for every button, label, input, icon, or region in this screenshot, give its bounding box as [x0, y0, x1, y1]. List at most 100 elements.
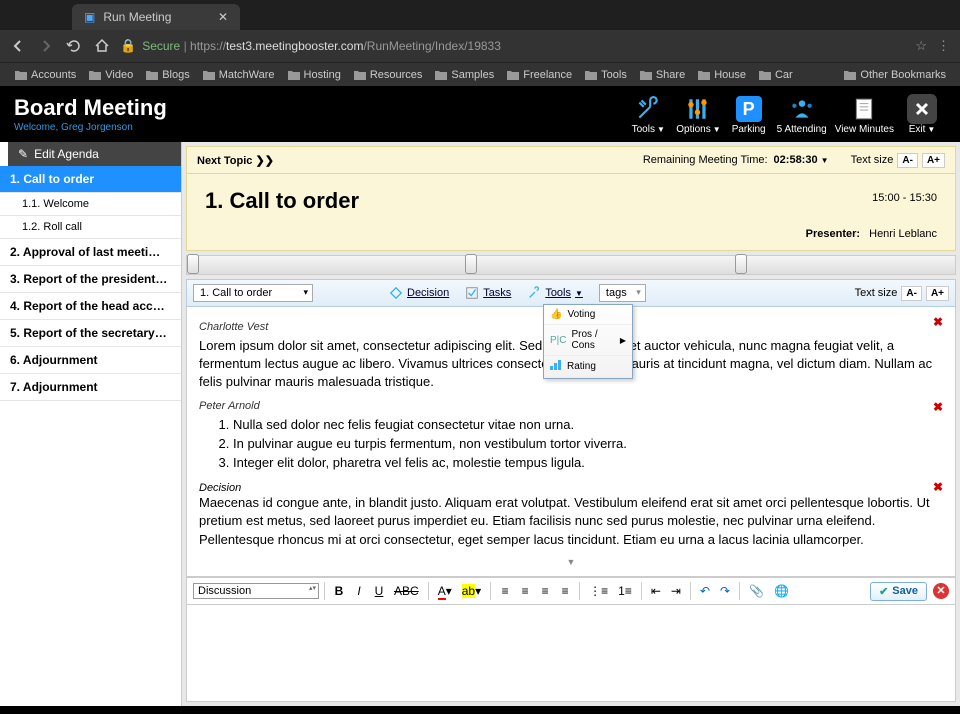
delete-note-button[interactable]: ✖ [933, 315, 943, 329]
text-size-increase-button[interactable]: A+ [922, 153, 945, 168]
slider-handle[interactable] [735, 254, 747, 274]
topic-select[interactable]: 1. Call to order [193, 284, 313, 302]
tab-title: Run Meeting [103, 10, 171, 24]
forward-icon[interactable] [38, 38, 54, 54]
agenda-sub-item[interactable]: 1.1. Welcome [0, 193, 181, 216]
bookmark-folder[interactable]: Tools [580, 67, 631, 83]
note-editor: Discussion B I U ABC A▾ ab▾ ≡ ≡ ≡ ≡ ⋮≡ 1… [186, 577, 956, 702]
check-icon: ✔ [879, 585, 888, 598]
agenda-item[interactable]: 1. Call to order [0, 166, 181, 193]
text-size-decrease-button[interactable]: A- [897, 153, 918, 168]
italic-button[interactable]: I [350, 581, 368, 601]
strike-button[interactable]: ABC [390, 581, 423, 601]
bookmark-folder[interactable]: Freelance [502, 67, 576, 83]
font-color-button[interactable]: A▾ [434, 581, 456, 601]
rating-menu-item[interactable]: Rating [544, 356, 632, 378]
tools-button[interactable]: Tools▼ [624, 94, 672, 135]
back-icon[interactable] [10, 38, 26, 54]
tab-bar: ▣ Run Meeting ✕ [0, 0, 960, 30]
indent-button[interactable]: ⇥ [667, 581, 685, 601]
list-item: In pulvinar augue eu turpis fermentum, n… [233, 435, 943, 453]
rating-icon [550, 360, 562, 373]
link-button[interactable]: 🌐 [770, 581, 793, 601]
delete-note-button[interactable]: ✖ [933, 400, 943, 414]
agenda-item[interactable]: 4. Report of the head acc… [0, 293, 181, 320]
slider-handle[interactable] [187, 254, 199, 274]
voting-menu-item[interactable]: 👍 Voting [544, 305, 632, 325]
topic-title: 1. Call to order [205, 188, 937, 214]
bullet-list-button[interactable]: ⋮≡ [585, 581, 612, 601]
bookmark-folder[interactable]: Accounts [10, 67, 80, 83]
outdent-button[interactable]: ⇤ [647, 581, 665, 601]
decision-link[interactable]: Decision [389, 286, 449, 300]
list-item: Integer elit dolor, pharetra vel felis a… [233, 454, 943, 472]
bookmark-folder[interactable]: House [693, 67, 750, 83]
nav-bar: 🔒 Secure | https://test3.meetingbooster.… [0, 30, 960, 62]
save-button[interactable]: ✔ Save [870, 582, 927, 601]
home-icon[interactable] [94, 38, 110, 54]
bookmark-folder[interactable]: Hosting [283, 67, 345, 83]
tab-close-icon[interactable]: ✕ [218, 10, 228, 24]
remaining-time-value[interactable]: 02:58:30 ▼ [774, 154, 829, 166]
redo-button[interactable]: ↷ [716, 581, 734, 601]
pencil-icon: ✎ [18, 147, 28, 161]
agenda-item[interactable]: 2. Approval of last meeti… [0, 239, 181, 266]
time-slider[interactable] [186, 255, 956, 275]
align-justify-button[interactable]: ≡ [556, 581, 574, 601]
tools-menu-button[interactable]: Tools ▼ [527, 286, 583, 300]
voting-icon: 👍 [550, 309, 562, 320]
text-size-increase-button[interactable]: A+ [926, 286, 949, 301]
note-type-select[interactable]: Discussion [193, 583, 319, 599]
view-minutes-button[interactable]: View Minutes [831, 94, 898, 135]
agenda-sub-item[interactable]: 1.2. Roll call [0, 216, 181, 239]
edit-agenda-button[interactable]: ✎ Edit Agenda [8, 142, 181, 166]
attending-button[interactable]: 5 Attending [773, 94, 831, 135]
tab-favicon-icon: ▣ [84, 10, 95, 24]
next-topic-button[interactable]: Next Topic ❯❯ [197, 154, 274, 167]
app-header: Board Meeting Welcome, Greg Jorgenson To… [0, 86, 960, 142]
agenda-item[interactable]: 7. Adjournment [0, 374, 181, 401]
align-right-button[interactable]: ≡ [536, 581, 554, 601]
cancel-button[interactable]: ✕ [933, 583, 949, 599]
parking-button[interactable]: P Parking [725, 94, 773, 135]
exit-button[interactable]: Exit▼ [898, 94, 946, 135]
delete-note-button[interactable]: ✖ [933, 480, 943, 494]
reload-icon[interactable] [66, 38, 82, 54]
bookmark-folder[interactable]: Samples [430, 67, 498, 83]
lock-icon: 🔒 [120, 38, 136, 54]
bookmarks-bar: AccountsVideoBlogsMatchWareHostingResour… [0, 62, 960, 86]
bookmark-folder[interactable]: Video [84, 67, 137, 83]
tags-select[interactable]: tags [599, 284, 646, 302]
align-left-button[interactable]: ≡ [496, 581, 514, 601]
agenda-item[interactable]: 3. Report of the president… [0, 266, 181, 293]
menu-icon[interactable]: ⋮ [937, 38, 950, 54]
meeting-title: Board Meeting [14, 95, 167, 121]
text-size-label: Text size [851, 154, 894, 166]
bookmark-folder[interactable]: MatchWare [198, 67, 279, 83]
bookmark-folder[interactable]: Share [635, 67, 689, 83]
browser-tab[interactable]: ▣ Run Meeting ✕ [72, 4, 240, 30]
attach-button[interactable]: 📎 [745, 581, 768, 601]
bookmark-folder[interactable]: Blogs [141, 67, 194, 83]
undo-button[interactable]: ↶ [696, 581, 714, 601]
agenda-item[interactable]: 5. Report of the secretary… [0, 320, 181, 347]
meeting-topbar: Next Topic ❯❯ Remaining Meeting Time: 02… [186, 146, 956, 174]
agenda-item[interactable]: 6. Adjournment [0, 347, 181, 374]
star-icon[interactable]: ☆ [915, 38, 927, 54]
other-bookmarks[interactable]: Other Bookmarks [839, 67, 950, 83]
align-center-button[interactable]: ≡ [516, 581, 534, 601]
editor-textarea[interactable] [187, 605, 955, 701]
proscons-menu-item[interactable]: P|C Pros / Cons ▶ [544, 325, 632, 356]
number-list-button[interactable]: 1≡ [614, 581, 636, 601]
slider-handle[interactable] [465, 254, 477, 274]
bookmark-folder[interactable]: Resources [349, 67, 427, 83]
tasks-link[interactable]: Tasks [465, 286, 511, 300]
resize-handle-icon[interactable]: ▼ [199, 557, 943, 567]
topic-time-range: 15:00 - 15:30 [872, 192, 937, 204]
options-button[interactable]: Options▼ [672, 94, 724, 135]
highlight-button[interactable]: ab▾ [458, 581, 485, 601]
bookmark-folder[interactable]: Car [754, 67, 797, 83]
text-size-decrease-button[interactable]: A- [901, 286, 922, 301]
underline-button[interactable]: U [370, 581, 388, 601]
bold-button[interactable]: B [330, 581, 348, 601]
